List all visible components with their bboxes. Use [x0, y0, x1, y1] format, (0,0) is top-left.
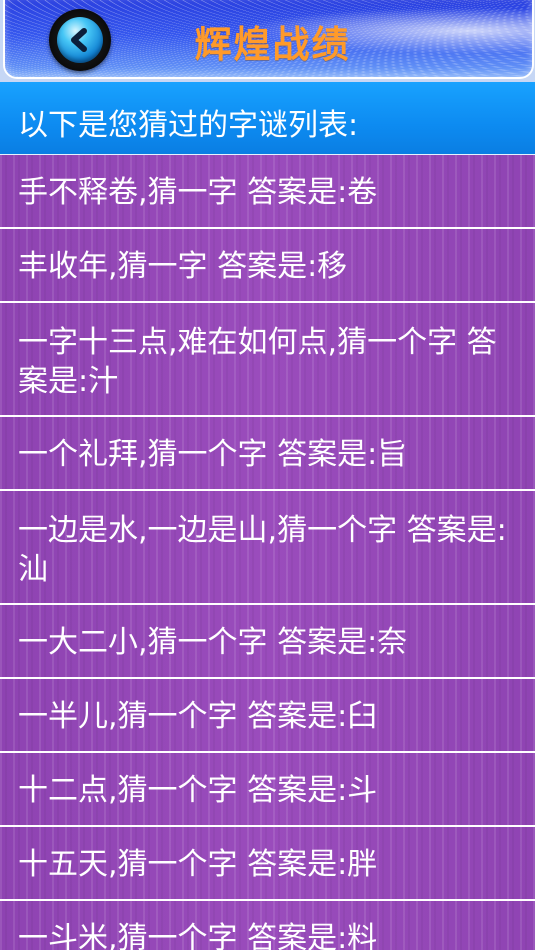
riddle-row[interactable]: 一字十三点,难在如何点,猜一个字 答案是:汁 [0, 303, 535, 417]
header-panel: 辉煌战绩 [3, 0, 534, 79]
riddle-text: 十五天,猜一个字 答案是:胖 [18, 847, 378, 882]
riddle-text: 一个礼拜,猜一个字 答案是:旨 [18, 437, 408, 472]
page-title: 辉煌战绩 [194, 23, 351, 66]
riddle-list[interactable]: 手不释卷,猜一字 答案是:卷 丰收年,猜一字 答案是:移 一字十三点,难在如何点… [0, 155, 535, 950]
list-intro-bar: 以下是您猜过的字谜列表: [0, 82, 535, 155]
riddle-row[interactable]: 一大二小,猜一个字 答案是:奈 [0, 605, 535, 679]
riddle-row[interactable]: 十五天,猜一个字 答案是:胖 [0, 827, 535, 901]
riddle-row[interactable]: 一半儿,猜一个字 答案是:臼 [0, 679, 535, 753]
riddle-row[interactable]: 丰收年,猜一字 答案是:移 [0, 229, 535, 303]
riddle-row[interactable]: 一斗米,猜一个字 答案是:料 [0, 901, 535, 950]
riddle-text: 丰收年,猜一字 答案是:移 [18, 249, 348, 284]
riddle-text: 一斗米,猜一个字 答案是:料 [18, 921, 378, 950]
riddle-text: 一大二小,猜一个字 答案是:奈 [18, 625, 408, 660]
riddle-row[interactable]: 手不释卷,猜一字 答案是:卷 [0, 155, 535, 229]
riddle-text: 十二点,猜一个字 答案是:斗 [18, 773, 378, 808]
list-intro-text: 以下是您猜过的字谜列表: [18, 108, 359, 143]
riddle-row[interactable]: 一个礼拜,猜一个字 答案是:旨 [0, 417, 535, 491]
riddle-text: 手不释卷,猜一字 答案是:卷 [18, 175, 378, 210]
riddle-row[interactable]: 十二点,猜一个字 答案是:斗 [0, 753, 535, 827]
header-bar: 辉煌战绩 [0, 0, 535, 82]
riddle-text: 一字十三点,难在如何点,猜一个字 答案是:汁 [18, 325, 497, 399]
riddle-row[interactable]: 一边是水,一边是山,猜一个字 答案是:汕 [0, 491, 535, 605]
riddle-text: 一半儿,猜一个字 答案是:臼 [18, 699, 378, 734]
riddle-text: 一边是水,一边是山,猜一个字 答案是:汕 [18, 513, 507, 587]
